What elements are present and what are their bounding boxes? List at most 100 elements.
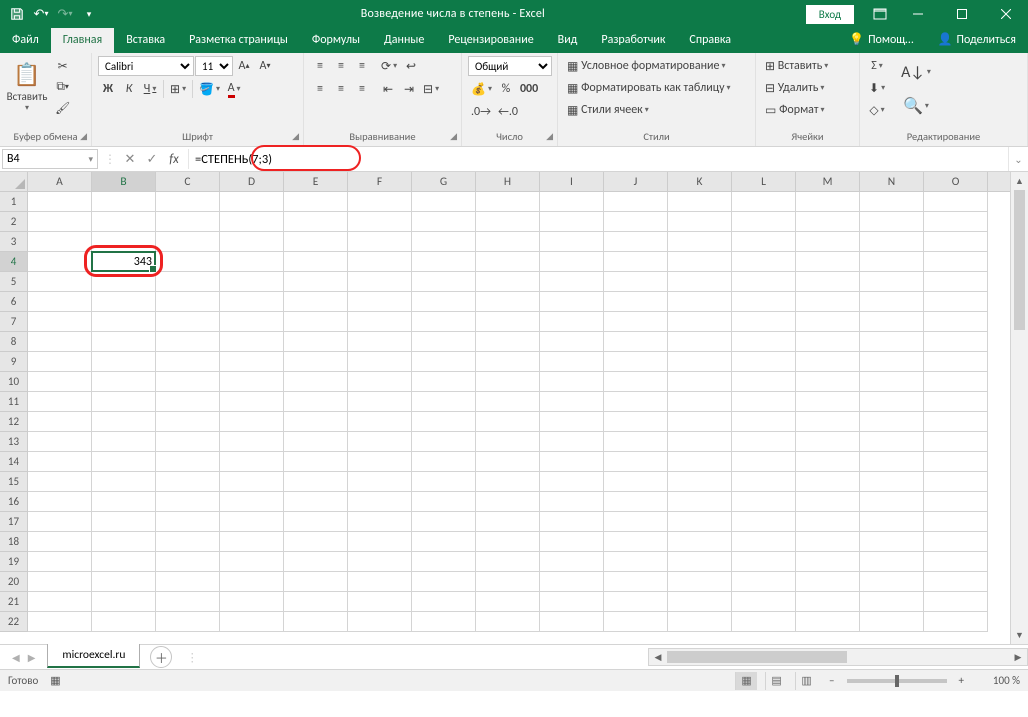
cell[interactable] bbox=[668, 332, 732, 352]
scroll-right-icon[interactable]: ▶ bbox=[1009, 652, 1027, 663]
copy-button[interactable]: ⧉▾ bbox=[52, 77, 73, 97]
cell[interactable] bbox=[924, 432, 988, 452]
column-header[interactable]: G bbox=[412, 172, 476, 191]
cell-styles-button[interactable]: ▦ Стили ячеек bbox=[564, 100, 750, 120]
cell[interactable] bbox=[92, 372, 156, 392]
cell[interactable] bbox=[156, 512, 220, 532]
cell[interactable] bbox=[348, 332, 412, 352]
cell[interactable] bbox=[476, 472, 540, 492]
cell[interactable] bbox=[156, 552, 220, 572]
cell[interactable] bbox=[284, 232, 348, 252]
cell[interactable] bbox=[92, 272, 156, 292]
column-header[interactable]: B bbox=[92, 172, 156, 191]
cell[interactable] bbox=[348, 232, 412, 252]
cell[interactable] bbox=[220, 372, 284, 392]
cell[interactable] bbox=[476, 272, 540, 292]
cell[interactable] bbox=[284, 492, 348, 512]
cell[interactable] bbox=[412, 432, 476, 452]
zoom-in-button[interactable]: + bbox=[955, 674, 968, 687]
row-header[interactable]: 7 bbox=[0, 312, 28, 332]
page-layout-view-button[interactable]: ▤ bbox=[765, 672, 787, 690]
cell[interactable] bbox=[924, 352, 988, 372]
cell[interactable] bbox=[924, 592, 988, 612]
cell[interactable] bbox=[796, 612, 860, 632]
cell[interactable] bbox=[860, 212, 924, 232]
cell[interactable] bbox=[924, 492, 988, 512]
increase-indent-button[interactable]: ⇥ bbox=[399, 79, 419, 99]
tell-me-button[interactable]: 💡Помощ… bbox=[837, 27, 925, 53]
cell[interactable] bbox=[860, 192, 924, 212]
cell[interactable] bbox=[668, 232, 732, 252]
cell[interactable] bbox=[28, 272, 92, 292]
cell[interactable] bbox=[796, 472, 860, 492]
cell[interactable] bbox=[732, 572, 796, 592]
cell[interactable] bbox=[476, 572, 540, 592]
cell[interactable] bbox=[28, 212, 92, 232]
cell[interactable] bbox=[732, 432, 796, 452]
tab-view[interactable]: Вид bbox=[546, 28, 590, 53]
cell[interactable] bbox=[604, 392, 668, 412]
bold-button[interactable]: Ж bbox=[98, 79, 118, 99]
cell[interactable] bbox=[540, 312, 604, 332]
align-center-button[interactable]: ≡ bbox=[331, 79, 351, 99]
cell[interactable] bbox=[796, 452, 860, 472]
cell[interactable] bbox=[796, 512, 860, 532]
cell[interactable] bbox=[220, 492, 284, 512]
cell[interactable] bbox=[284, 332, 348, 352]
cell[interactable] bbox=[860, 232, 924, 252]
cell[interactable] bbox=[796, 332, 860, 352]
cell[interactable] bbox=[348, 452, 412, 472]
cell[interactable] bbox=[220, 552, 284, 572]
cell[interactable] bbox=[796, 432, 860, 452]
tab-file[interactable]: Файл bbox=[0, 28, 51, 53]
cell[interactable] bbox=[796, 272, 860, 292]
cell[interactable] bbox=[476, 372, 540, 392]
name-box[interactable]: B4▾ bbox=[2, 149, 98, 169]
cell[interactable] bbox=[796, 252, 860, 272]
cell[interactable] bbox=[860, 272, 924, 292]
cell[interactable] bbox=[28, 512, 92, 532]
cell[interactable] bbox=[540, 372, 604, 392]
cell[interactable] bbox=[28, 292, 92, 312]
number-format-select[interactable]: Общий bbox=[468, 56, 552, 76]
cell[interactable] bbox=[476, 432, 540, 452]
cell[interactable] bbox=[156, 432, 220, 452]
tab-review[interactable]: Рецензирование bbox=[436, 28, 545, 53]
cell[interactable] bbox=[92, 192, 156, 212]
normal-view-button[interactable]: ▦ bbox=[735, 672, 757, 690]
cell[interactable] bbox=[924, 332, 988, 352]
cell[interactable] bbox=[860, 312, 924, 332]
cell[interactable] bbox=[732, 212, 796, 232]
cell[interactable] bbox=[604, 272, 668, 292]
cell[interactable] bbox=[220, 512, 284, 532]
row-header[interactable]: 20 bbox=[0, 572, 28, 592]
scroll-down-icon[interactable]: ▼ bbox=[1011, 626, 1028, 644]
cell[interactable] bbox=[668, 212, 732, 232]
row-header[interactable]: 3 bbox=[0, 232, 28, 252]
cell[interactable] bbox=[860, 512, 924, 532]
cell[interactable] bbox=[924, 232, 988, 252]
tab-home[interactable]: Главная bbox=[51, 28, 114, 53]
cell[interactable] bbox=[476, 532, 540, 552]
cell[interactable] bbox=[92, 552, 156, 572]
column-header[interactable]: J bbox=[604, 172, 668, 191]
cell[interactable] bbox=[28, 592, 92, 612]
decrease-indent-button[interactable]: ⇤ bbox=[378, 79, 398, 99]
expand-formula-bar-icon[interactable]: ⌄ bbox=[1008, 147, 1028, 171]
cell[interactable] bbox=[28, 612, 92, 632]
row-header[interactable]: 5 bbox=[0, 272, 28, 292]
cell[interactable] bbox=[284, 472, 348, 492]
cell[interactable] bbox=[540, 452, 604, 472]
fill-color-button[interactable]: 🪣 bbox=[196, 79, 223, 99]
sheet-nav-prev-icon[interactable]: ◀ bbox=[12, 651, 20, 664]
cell[interactable] bbox=[412, 312, 476, 332]
cell[interactable] bbox=[540, 332, 604, 352]
cell[interactable] bbox=[92, 432, 156, 452]
cell[interactable] bbox=[156, 572, 220, 592]
save-icon[interactable] bbox=[6, 3, 28, 25]
cell[interactable] bbox=[28, 552, 92, 572]
column-header[interactable]: E bbox=[284, 172, 348, 191]
cell[interactable] bbox=[412, 472, 476, 492]
zoom-level[interactable]: 100 % bbox=[976, 674, 1020, 687]
underline-button[interactable]: Ч bbox=[140, 79, 160, 99]
